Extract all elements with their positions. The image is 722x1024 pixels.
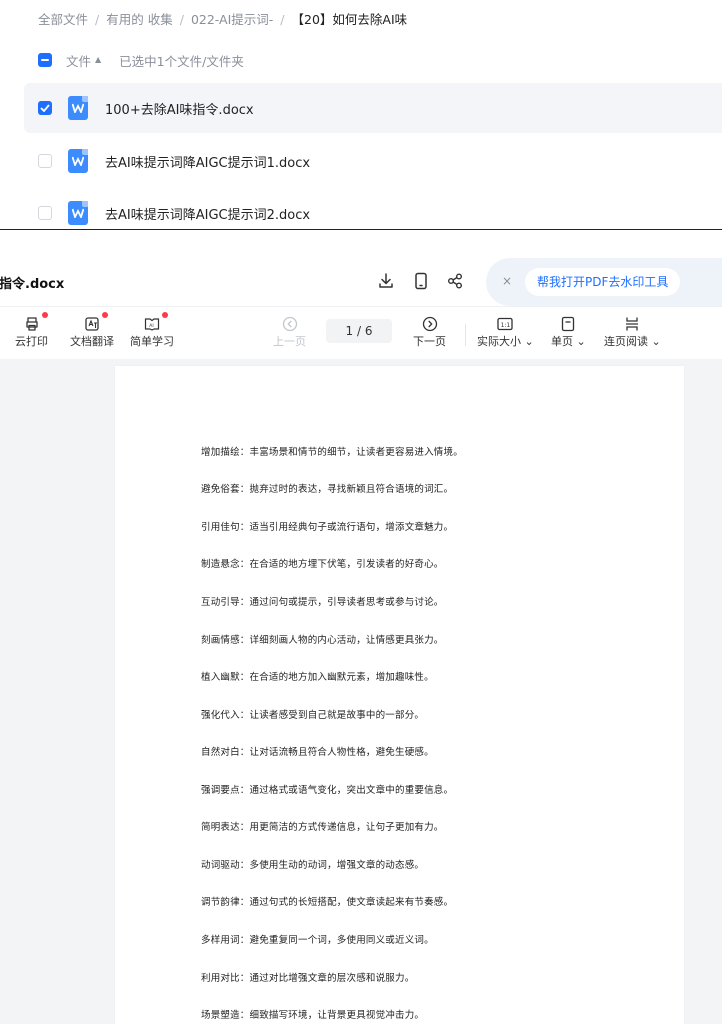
next-page-button[interactable]: 下一页	[413, 315, 446, 349]
file-column-header[interactable]: 文件	[66, 51, 91, 70]
prev-page-button[interactable]: 上一页	[273, 315, 306, 349]
simple-learn-label: 简单学习	[130, 335, 174, 348]
document-paragraph: 强调要点：通过格式或语气变化，突出文章中的重要信息。	[201, 785, 454, 796]
continuous-read-dropdown[interactable]: 连页阅读 ⌄	[604, 315, 661, 349]
actual-size-icon: 1:1	[497, 315, 514, 333]
viewer-header: 味指令.docx × 帮我打开PDF去水印工具	[0, 230, 722, 306]
document-paragraph: 互动引导：通过问句或提示，引导读者思考或参与讨论。	[201, 597, 444, 608]
file-checkbox[interactable]	[38, 206, 52, 220]
document-paragraph: 增加描绘：丰富场景和情节的细节，让读者更容易进入情境。	[201, 447, 463, 458]
breadcrumb-separator: /	[95, 12, 100, 27]
document-title: 味指令.docx	[0, 277, 65, 292]
document-paragraph: 引用佳句：适当引用经典句子或流行语句，增添文章魅力。	[201, 522, 454, 533]
document-viewer: 味指令.docx × 帮我打开PDF去水印工具 云打印 文档翻译	[0, 230, 722, 1024]
sort-up-icon[interactable]: ▲	[95, 56, 101, 64]
svg-text:1:1: 1:1	[501, 322, 511, 329]
single-page-label: 单页	[551, 335, 573, 348]
notification-dot	[102, 312, 108, 318]
simple-learn-button[interactable]: AI 简单学习	[130, 312, 174, 349]
continuous-read-label: 连页阅读	[604, 335, 648, 348]
actual-size-label: 实际大小	[477, 335, 521, 348]
word-file-icon	[68, 96, 88, 120]
next-page-label: 下一页	[413, 335, 446, 348]
cloud-print-label: 云打印	[15, 335, 48, 348]
close-icon[interactable]: ×	[502, 274, 512, 288]
check-icon	[40, 104, 50, 112]
breadcrumb-item[interactable]: 有用的 收集	[106, 9, 172, 28]
prev-page-label: 上一页	[273, 335, 306, 348]
single-page-dropdown[interactable]: 单页 ⌄	[551, 315, 586, 349]
document-paragraph: 植入幽默：在合适的地方加入幽默元素，增加趣味性。	[201, 672, 434, 683]
translate-button[interactable]: 文档翻译	[70, 312, 114, 349]
chevron-down-icon: ⌄	[524, 335, 534, 348]
chevron-down-icon: ⌄	[651, 335, 661, 348]
share-icon[interactable]	[445, 271, 465, 291]
select-all-checkbox[interactable]	[38, 53, 52, 67]
toolbar-divider	[465, 324, 466, 346]
printer-icon	[24, 312, 48, 333]
actual-size-dropdown[interactable]: 1:1 实际大小 ⌄	[477, 315, 534, 349]
document-paragraph: 简明表达：用更简洁的方式传递信息，让句子更加有力。	[201, 822, 444, 833]
open-pdf-tool-button[interactable]: 帮我打开PDF去水印工具	[525, 268, 681, 296]
file-list-header: 文件 ▲ 已选中1个文件/文件夹	[38, 50, 244, 70]
document-paragraph: 动词驱动：多使用生动的动词，增强文章的动态感。	[201, 860, 425, 871]
document-paragraph: 利用对比：通过对比增强文章的层次感和说服力。	[201, 973, 415, 984]
file-name[interactable]: 100+去除AI味指令.docx	[105, 99, 254, 118]
word-file-icon	[68, 201, 88, 225]
selection-count: 已选中1个文件/文件夹	[119, 53, 244, 69]
chevron-left-circle-icon	[282, 315, 298, 333]
chevron-down-icon: ⌄	[576, 335, 586, 348]
single-page-icon	[561, 315, 575, 333]
translate-label: 文档翻译	[70, 335, 114, 348]
word-file-icon	[68, 149, 88, 173]
document-paragraph: 避免俗套：抛弃过时的表达，寻找新颖且符合语境的词汇。	[201, 484, 454, 495]
file-row[interactable]: 去AI味提示词降AIGC提示词1.docx	[24, 136, 722, 186]
breadcrumb-item[interactable]: 全部文件	[38, 9, 88, 28]
translate-icon	[84, 312, 108, 333]
breadcrumb-item[interactable]: 022-AI提示词-	[191, 9, 273, 28]
breadcrumb-current: 【20】如何去除AI味	[291, 12, 408, 27]
file-name[interactable]: 去AI味提示词降AIGC提示词2.docx	[105, 204, 310, 223]
document-paragraph: 场景塑造：细致描写环境，让背景更具视觉冲击力。	[201, 1010, 425, 1021]
breadcrumb-separator: /	[179, 12, 184, 27]
document-paragraph: 多样用词：避免重复同一个词，多使用同义或近义词。	[201, 935, 434, 946]
svg-text:AI: AI	[149, 323, 153, 329]
document-paragraph: 自然对白：让对话流畅且符合人物性格，避免生硬感。	[201, 747, 434, 758]
file-browser: 全部文件 / 有用的 收集 / 022-AI提示词- / 【20】如何去除AI味 文件 ▲ …	[0, 0, 722, 230]
notification-dot	[162, 312, 168, 318]
book-ai-icon: AI	[144, 312, 168, 333]
page-indicator[interactable]: 1 / 6	[326, 319, 392, 343]
document-page: 增加描绘：丰富场景和情节的细节，让读者更容易进入情境。 避免俗套：抛弃过时的表达…	[115, 366, 684, 1024]
breadcrumb: 全部文件 / 有用的 收集 / 022-AI提示词- / 【20】如何去除AI味	[38, 9, 407, 28]
file-checkbox[interactable]	[38, 101, 52, 115]
notification-dot	[41, 312, 48, 318]
continuous-page-icon	[624, 315, 640, 333]
file-name[interactable]: 去AI味提示词降AIGC提示词1.docx	[105, 152, 310, 171]
file-checkbox[interactable]	[38, 154, 52, 168]
document-paragraph: 制造悬念：在合适的地方埋下伏笔，引发读者的好奇心。	[201, 559, 444, 570]
cloud-print-button[interactable]: 云打印	[15, 312, 48, 349]
download-icon[interactable]	[376, 271, 396, 291]
document-paragraph: 刻画情感：详细刻画人物的内心活动，让情感更具张力。	[201, 635, 444, 646]
chevron-right-circle-icon	[422, 315, 438, 333]
phone-icon[interactable]	[411, 271, 431, 291]
document-paragraph: 调节韵律：通过句式的长短搭配，使文章读起来有节奏感。	[201, 897, 454, 908]
breadcrumb-separator: /	[280, 12, 285, 27]
document-paragraph: 强化代入：让读者感受到自己就是故事中的一部分。	[201, 710, 425, 721]
file-row[interactable]: 100+去除AI味指令.docx	[24, 83, 722, 133]
